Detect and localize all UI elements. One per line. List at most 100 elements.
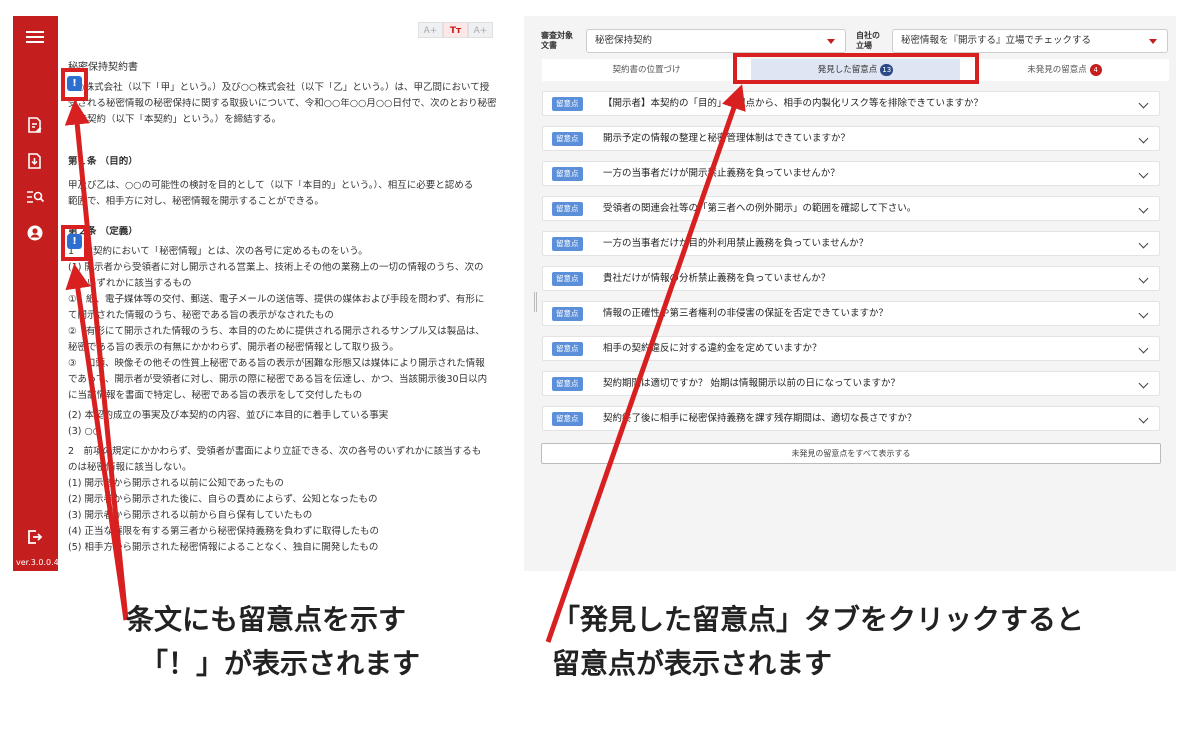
document-line: (1) 開示者から開示される以前に公知であったもの <box>68 478 284 489</box>
stance-label: 自社の立場 <box>856 31 880 50</box>
issue-badge: 留意点 <box>552 237 583 251</box>
issue-badge: 留意点 <box>552 412 583 426</box>
download-document-icon[interactable] <box>25 152 45 170</box>
issue-row[interactable]: 留意点 一方の当事者だけが目的外利用禁止義務を負っていませんか？ <box>542 231 1160 256</box>
logout-icon[interactable] <box>25 528 45 546</box>
chevron-down-icon[interactable] <box>1138 203 1149 214</box>
tab-unfound-points[interactable]: 未発見の留意点 4 <box>960 59 1169 81</box>
issue-text: 受領者の関連会社等の「第三者への例外開示」の範囲を確認して下さい。 <box>603 203 917 214</box>
issue-text: 一方の当事者だけが目的外利用禁止義務を負っていませんか？ <box>603 238 869 249</box>
document-line: 第２条 （定義） <box>68 226 138 237</box>
document-panel: A+ Tт A+ 秘密保持契約書 ○○株式会社（以下「甲」という。）及び○○株式… <box>58 16 520 571</box>
document-line: であって、開示者が受領者に対し、開示の際に秘密である旨を伝達し、かつ、当該開示後… <box>68 374 488 385</box>
unfound-count-badge: 4 <box>1089 64 1102 76</box>
issue-badge: 留意点 <box>552 167 583 181</box>
edit-document-icon[interactable] <box>25 116 45 134</box>
dropdown-caret-icon <box>827 39 835 44</box>
font-size-controls: A+ Tт A+ <box>418 22 493 38</box>
doc-type-label: 審査対象文書 <box>541 31 573 50</box>
font-default-button[interactable]: Tт <box>443 22 468 38</box>
stance-value: 秘密情報を『開示する』立場でチェックする <box>901 35 1092 46</box>
tutorial-screenshot: ver.3.0.0.4 A+ Tт A+ 秘密保持契約書 ○○株式会社（以下「甲… <box>0 0 1200 736</box>
tab-contract-position[interactable]: 契約書の位置づけ <box>542 59 751 81</box>
document-line: (2) 本契約成立の事実及び本契約の内容、並びに本目的に着手している事実 <box>68 410 389 421</box>
document-line: に当該情報を書面で特定し、秘密である旨の表示をして交付したもの <box>68 390 363 401</box>
issue-row[interactable]: 留意点 受領者の関連会社等の「第三者への例外開示」の範囲を確認して下さい。 <box>542 196 1160 221</box>
document-line: (2) 開示者から開示された後に、自らの責めによらず、公知となったもの <box>68 494 378 505</box>
chevron-down-icon[interactable] <box>1138 308 1149 319</box>
right-caption-line2: 留意点が表示されます <box>552 647 833 680</box>
issue-text: 一方の当事者だけが開示禁止義務を負っていませんか？ <box>603 168 840 179</box>
document-line: 2 前項の規定にかかわらず、受領者が書面により立証できる、次の各号のいずれかに該… <box>68 446 482 457</box>
document-line: て開示された情報のうち、秘密である旨の表示がなされたもの <box>68 310 334 321</box>
stance-select[interactable]: 秘密情報を『開示する』立場でチェックする <box>892 29 1168 53</box>
panel-resize-handle[interactable] <box>534 292 537 312</box>
issue-text: 【開示者】本契約の「目的」の観点から、相手の内製化リスク等を排除できていますか？ <box>603 98 984 109</box>
doc-type-value: 秘密保持契約 <box>595 35 653 46</box>
issue-text: 貴社だけが情報の分析禁止義務を負っていませんか？ <box>603 273 831 284</box>
issue-row[interactable]: 留意点 相手の契約違反に対する違約金を定めていますか？ <box>542 336 1160 361</box>
search-list-icon[interactable] <box>25 188 45 206</box>
chevron-down-icon[interactable] <box>1138 273 1149 284</box>
tab-label: 未発見の留意点 <box>1027 65 1087 75</box>
document-line: 甲及び乙は、○○の可能性の検討を目的として（以下「本目的」という。）、相互に必要… <box>68 180 474 191</box>
highlight-box <box>733 53 979 84</box>
document-line: ③ 口頭、映像その他その性質上秘密である旨の表示が困難な形態又は媒体により開示さ… <box>68 358 485 369</box>
account-icon[interactable] <box>25 224 45 242</box>
document-line: 秘密である旨の表示の有無にかかわらず、開示者の秘密情報として取り扱う。 <box>68 342 399 353</box>
font-increase-button[interactable]: A+ <box>468 22 493 38</box>
chevron-down-icon[interactable] <box>1138 343 1149 354</box>
document-line: (3) 開示者から開示される以前から自ら保有していたもの <box>68 510 313 521</box>
issue-text: 契約終了後に相手に秘密保持義務を課す残存期間は、適切な長さですか？ <box>603 413 917 424</box>
document-line: 受される秘密情報の秘密保持に関する取扱いについて、令和○○年○○月○○日付で、次… <box>68 98 497 109</box>
issue-row[interactable]: 留意点 一方の当事者だけが開示禁止義務を負っていませんか？ <box>542 161 1160 186</box>
chevron-down-icon[interactable] <box>1138 98 1149 109</box>
issue-row[interactable]: 留意点 開示予定の情報の整理と秘密管理体制はできていますか？ <box>542 126 1160 151</box>
version-label: ver.3.0.0.4 <box>16 558 59 567</box>
highlight-box <box>61 225 88 261</box>
document-line: (3) ○○ <box>68 426 102 437</box>
menu-icon[interactable] <box>25 28 45 46</box>
issue-row[interactable]: 留意点 【開示者】本契約の「目的」の観点から、相手の内製化リスク等を排除できていま… <box>542 91 1160 116</box>
issue-badge: 留意点 <box>552 307 583 321</box>
highlight-box <box>61 68 88 101</box>
document-line: ① 紙、電子媒体等の交付、郵送、電子メールの送信等、提供の媒体および手段を問わず… <box>68 294 485 305</box>
issue-text: 契約期間は適切ですか？ 始期は情報開示以前の日になっていますか？ <box>603 378 901 389</box>
issue-row[interactable]: 留意点 情報の正確性や第三者権利の非侵害の保証を否定できていますか？ <box>542 301 1160 326</box>
left-caption-line1: 条文にも留意点を示す <box>126 603 407 636</box>
document-line: 第１条 （目的） <box>68 156 138 167</box>
issue-row[interactable]: 留意点 契約期間は適切ですか？ 始期は情報開示以前の日になっていますか？ <box>542 371 1160 396</box>
issue-row[interactable]: 留意点 契約終了後に相手に秘密保持義務を課す残存期間は、適切な長さですか？ <box>542 406 1160 431</box>
document-line: のは秘密情報に該当しない。 <box>68 462 192 473</box>
doc-type-select[interactable]: 秘密保持契約 <box>586 29 846 53</box>
issue-text: 相手の契約違反に対する違約金を定めていますか？ <box>603 343 822 354</box>
document-line: 1 本契約において「秘密情報」とは、次の各号に定めるものをいう。 <box>68 246 368 257</box>
document-line: いずれかに該当するもの <box>68 278 192 289</box>
issue-badge: 留意点 <box>552 377 583 391</box>
document-line: (5) 相手方から開示された秘密情報によることなく、独自に開発したもの <box>68 542 379 553</box>
chevron-down-icon[interactable] <box>1138 238 1149 249</box>
issue-badge: 留意点 <box>552 132 583 146</box>
document-line: (4) 正当な権限を有する第三者から秘密保持義務を負わずに取得したもの <box>68 526 379 537</box>
sidebar: ver.3.0.0.4 <box>13 16 59 571</box>
document-line: (1) 開示者から受領者に対し開示される営業上、技術上その他の業務上の一切の情報… <box>68 262 484 273</box>
dropdown-caret-icon <box>1149 39 1157 44</box>
issue-row[interactable]: 留意点 貴社だけが情報の分析禁止義務を負っていませんか？ <box>542 266 1160 291</box>
chevron-down-icon[interactable] <box>1138 413 1149 424</box>
show-all-unfound-button[interactable]: 未発見の留意点をすべて表示する <box>541 443 1161 464</box>
issue-text: 開示予定の情報の整理と秘密管理体制はできていますか？ <box>603 133 851 144</box>
document-line: ② 有形にて開示された情報のうち、本目的のために提供される開示されるサンプル又は… <box>68 326 485 337</box>
tab-label: 契約書の位置づけ <box>612 65 681 75</box>
chevron-down-icon[interactable] <box>1138 378 1149 389</box>
document-line: 保持契約（以下「本契約」という。）を締結する。 <box>68 114 282 125</box>
left-caption-line2: 「！」が表示されます <box>140 647 421 680</box>
chevron-down-icon[interactable] <box>1138 168 1149 179</box>
chevron-down-icon[interactable] <box>1138 133 1149 144</box>
issue-badge: 留意点 <box>552 97 583 111</box>
issue-badge: 留意点 <box>552 272 583 286</box>
right-caption-line1: 「発見した留意点」タブをクリックすると <box>552 603 1085 636</box>
font-decrease-button[interactable]: A+ <box>418 22 443 38</box>
issue-badge: 留意点 <box>552 342 583 356</box>
issue-text: 情報の正確性や第三者権利の非侵害の保証を否定できていますか？ <box>603 308 889 319</box>
document-line: 範囲で、相手方に対し、秘密情報を開示することができる。 <box>68 196 324 207</box>
